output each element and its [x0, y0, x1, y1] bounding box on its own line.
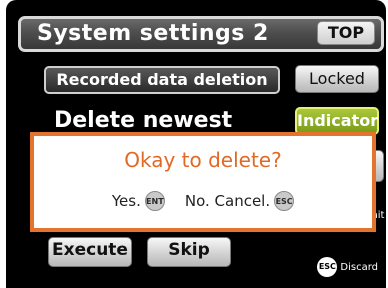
- skip-button[interactable]: Skip: [147, 237, 231, 267]
- yes-option[interactable]: Yes. ENT: [112, 191, 165, 211]
- title-bar: System settings 2 TOP: [18, 16, 384, 52]
- recorded-data-deletion-button[interactable]: Recorded data deletion: [44, 66, 280, 94]
- confirm-delete-dialog: Okay to delete? Yes. ENT No. Cancel. ESC: [30, 132, 376, 232]
- discard-control[interactable]: ESC Discard: [317, 257, 378, 277]
- delete-newest-data-label: Delete newest data: [54, 108, 233, 133]
- dialog-title: Okay to delete?: [124, 148, 282, 172]
- page-title: System settings 2: [37, 21, 269, 46]
- top-button[interactable]: TOP: [317, 21, 375, 45]
- esc-key-icon: ESC: [274, 191, 295, 211]
- execute-button[interactable]: Execute: [48, 237, 132, 267]
- no-cancel-option[interactable]: No. Cancel. ESC: [184, 191, 295, 211]
- locked-button[interactable]: Locked: [295, 65, 379, 93]
- screen: System settings 2 TOP Recorded data dele…: [0, 0, 388, 288]
- esc-key-icon: ESC: [317, 257, 338, 277]
- indicator-button[interactable]: Indicator: [295, 107, 379, 135]
- discard-label: Discard: [340, 261, 378, 273]
- ent-key-icon: ENT: [144, 191, 165, 211]
- dialog-options: Yes. ENT No. Cancel. ESC: [34, 191, 372, 211]
- no-cancel-label: No. Cancel.: [184, 192, 271, 210]
- yes-label: Yes.: [111, 192, 141, 210]
